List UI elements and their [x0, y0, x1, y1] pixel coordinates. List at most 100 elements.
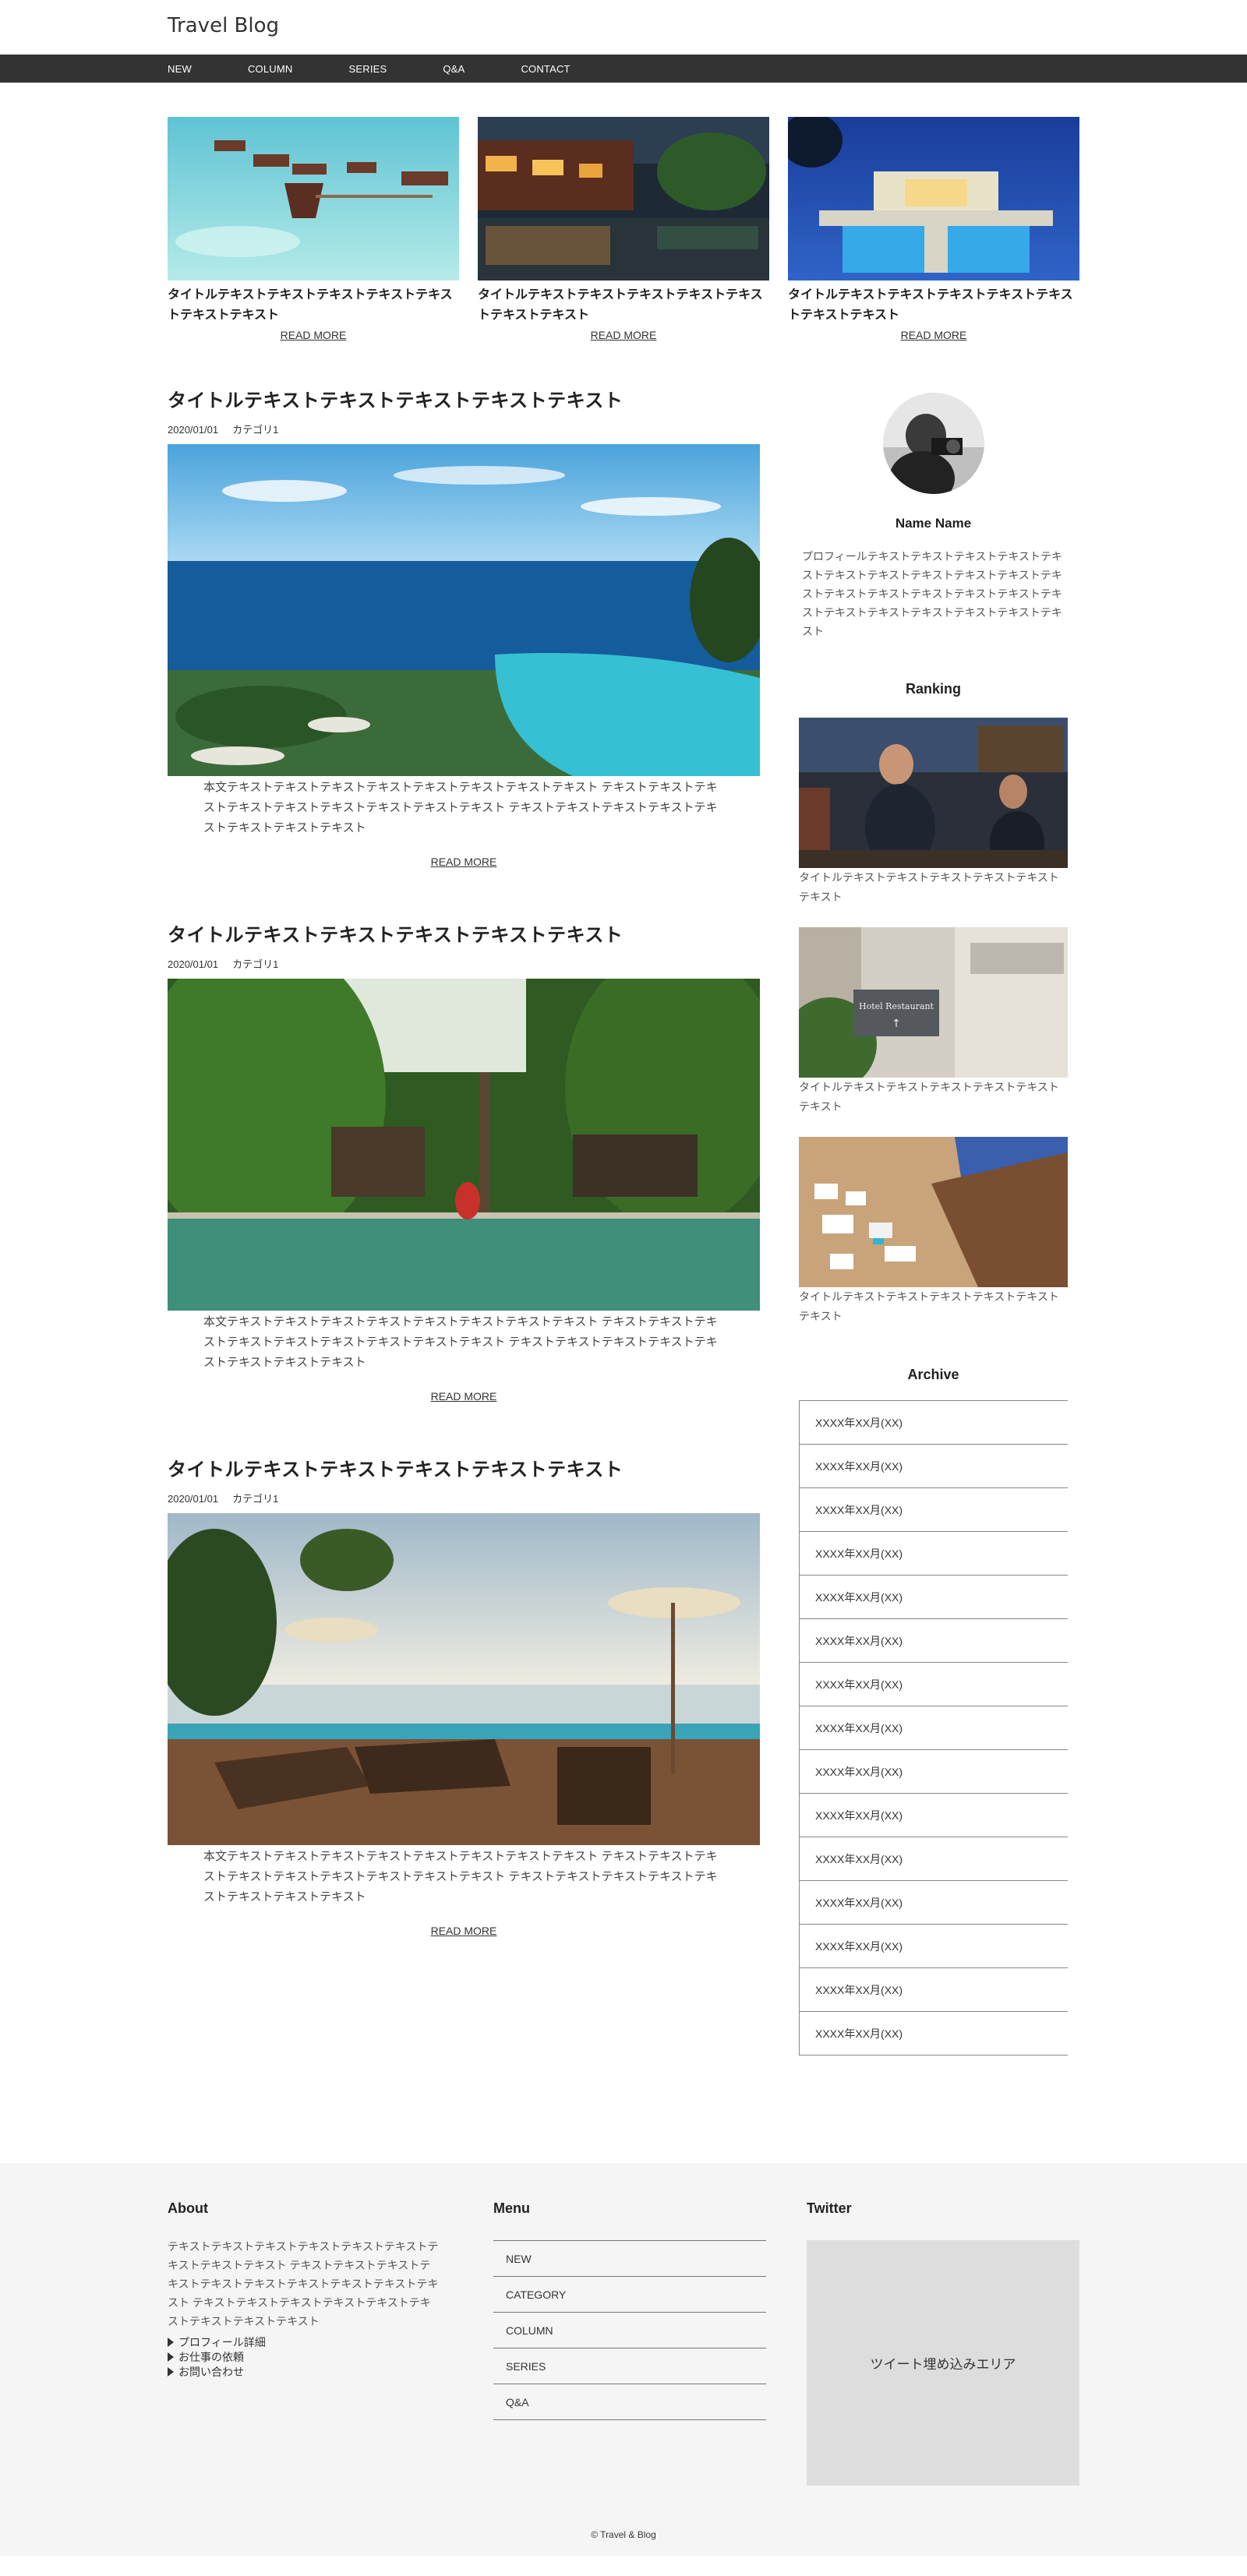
archive-item[interactable]: XXXX年XX月(XX) — [800, 1794, 1068, 1837]
triangle-right-icon — [168, 2338, 174, 2347]
post-category[interactable]: カテゴリ1 — [232, 1493, 278, 1505]
post-body: 本文テキストテキストテキストテキストテキストテキストテキストテキスト テキストテ… — [203, 1315, 718, 1369]
footer-twitter: Twitter ツイート埋め込みエリア — [807, 2200, 1079, 2486]
avatar[interactable] — [882, 393, 984, 494]
post-meta: 2020/01/01 カテゴリ1 — [168, 1491, 760, 1505]
global-nav: NEW COLUMN SERIES Q&A CONTACT — [0, 55, 1247, 83]
ranking-item[interactable]: Hotel Restaurant ↑ タイトルテキストテキストテキストテキストテ… — [799, 927, 1068, 1117]
post-title[interactable]: タイトルテキストテキストテキストテキストテキスト — [168, 385, 760, 412]
ranking-title: タイトルテキストテキストテキストテキストテキストテキスト — [799, 1290, 1059, 1322]
post-article: タイトルテキストテキストテキストテキストテキスト 2020/01/01 カテゴリ1… — [168, 919, 760, 1403]
archive-item[interactable]: XXXX年XX月(XX) — [800, 1576, 1068, 1619]
pickup-image-resort-pool[interactable] — [788, 117, 1079, 281]
read-more-link[interactable]: READ MORE — [168, 856, 760, 868]
post-date: 2020/01/01 — [168, 958, 219, 970]
footer-link-profile[interactable]: プロフィール詳細 — [168, 2335, 440, 2350]
post-article: タイトルテキストテキストテキストテキストテキスト 2020/01/01 カテゴリ1 — [168, 1454, 760, 1937]
footer-menu-category[interactable]: CATEGORY — [493, 2277, 766, 2313]
pickup-card: タイトルテキストテキストテキストテキストテキストテキストテキスト READ MO… — [788, 117, 1079, 341]
post-title[interactable]: タイトルテキストテキストテキストテキストテキスト — [168, 919, 760, 947]
archive-item[interactable]: XXXX年XX月(XX) — [800, 1750, 1068, 1794]
profile-text: プロフィールテキストテキストテキストテキストテキストテキストテキストテキストテキ… — [802, 550, 1063, 637]
nav-new[interactable]: NEW — [168, 63, 192, 75]
read-more-link[interactable]: READ MORE — [478, 329, 769, 341]
sidebar: Name Name プロフィールテキストテキストテキストテキストテキストテキスト… — [799, 385, 1068, 2056]
post-image-jungle-pool[interactable] — [168, 979, 760, 1311]
pickup-card: タイトルテキストテキストテキストテキストテキストテキストテキスト READ MO… — [168, 117, 459, 341]
post-meta: 2020/01/01 カテゴリ1 — [168, 422, 760, 436]
ranking-title: タイトルテキストテキストテキストテキストテキストテキスト — [799, 871, 1059, 903]
pickup-title[interactable]: タイトルテキストテキストテキストテキストテキストテキストテキスト — [478, 285, 769, 326]
read-more-link[interactable]: READ MORE — [168, 329, 459, 341]
archive-item[interactable]: XXXX年XX月(XX) — [800, 1619, 1068, 1663]
archive-heading: Archive — [907, 1367, 959, 1382]
footer-about-heading: About — [168, 2200, 208, 2216]
post-title[interactable]: タイトルテキストテキストテキストテキストテキスト — [168, 1454, 760, 1481]
post-category[interactable]: カテゴリ1 — [232, 424, 278, 436]
footer-menu-new[interactable]: NEW — [493, 2241, 766, 2277]
nav-series[interactable]: SERIES — [348, 63, 387, 75]
post-date: 2020/01/01 — [168, 1493, 219, 1505]
main-content: タイトルテキストテキストテキストテキストテキスト 2020/01/01 カテゴリ1… — [0, 385, 1247, 2056]
ranking-item[interactable]: タイトルテキストテキストテキストテキストテキストテキスト — [799, 1137, 1068, 1326]
site-footer: About テキストテキストテキストテキストテキストテキストテキストテキストテキ… — [0, 2163, 1247, 2556]
post-image-beach-deck[interactable] — [168, 1513, 760, 1845]
archive-item[interactable]: XXXX年XX月(XX) — [800, 1445, 1068, 1488]
nav-contact[interactable]: CONTACT — [521, 63, 570, 75]
post-body: 本文テキストテキストテキストテキストテキストテキストテキストテキスト テキストテ… — [203, 781, 718, 835]
footer-about-text: テキストテキストテキストテキストテキストテキストテキストテキストテキスト テキス… — [168, 2240, 439, 2327]
archive-item[interactable]: XXXX年XX月(XX) — [800, 1925, 1068, 1968]
post-image-infinity-pool[interactable] — [168, 444, 760, 776]
archive-item[interactable]: XXXX年XX月(XX) — [800, 1837, 1068, 1881]
site-header: Travel Blog — [0, 0, 1247, 55]
pickup-image-canal-town[interactable] — [478, 117, 769, 281]
pickup-title[interactable]: タイトルテキストテキストテキストテキストテキストテキストテキスト — [788, 285, 1079, 326]
footer-link-label: プロフィール詳細 — [178, 2336, 266, 2348]
ranking-image-bar[interactable] — [799, 718, 1068, 868]
archive-item[interactable]: XXXX年XX月(XX) — [800, 1488, 1068, 1532]
triangle-right-icon — [168, 2367, 174, 2377]
footer-menu-list: NEW CATEGORY COLUMN SERIES Q&A — [493, 2240, 766, 2420]
tweet-embed-area[interactable]: ツイート埋め込みエリア — [807, 2240, 1079, 2486]
footer-columns: About テキストテキストテキストテキストテキストテキストテキストテキストテキ… — [168, 2200, 1079, 2486]
read-more-link[interactable]: READ MORE — [788, 329, 1079, 341]
post-list: タイトルテキストテキストテキストテキストテキスト 2020/01/01 カテゴリ1… — [168, 385, 760, 2056]
pickup-image-water-villas[interactable] — [168, 117, 459, 281]
archive-item[interactable]: XXXX年XX月(XX) — [800, 1532, 1068, 1576]
archive-item[interactable]: XXXX年XX月(XX) — [800, 1706, 1068, 1750]
footer-link-contact[interactable]: お問い合わせ — [168, 2365, 440, 2380]
footer-menu-series[interactable]: SERIES — [493, 2348, 766, 2384]
ranking-image-hotel-sign[interactable]: Hotel Restaurant ↑ — [799, 927, 1068, 1078]
copyright: © Travel & Blog — [591, 2529, 656, 2540]
post-body: 本文テキストテキストテキストテキストテキストテキストテキストテキスト テキストテ… — [203, 1850, 718, 1904]
pickup-title[interactable]: タイトルテキストテキストテキストテキストテキストテキストテキスト — [168, 285, 459, 326]
archive-list: XXXX年XX月(XX) XXXX年XX月(XX) XXXX年XX月(XX) X… — [799, 1400, 1068, 2056]
ranking-title: タイトルテキストテキストテキストテキストテキストテキスト — [799, 1081, 1059, 1113]
svg-text:Hotel Restaurant: Hotel Restaurant — [859, 1001, 934, 1011]
site-title[interactable]: Travel Blog — [168, 14, 279, 37]
post-date: 2020/01/01 — [168, 424, 219, 436]
nav-qa[interactable]: Q&A — [443, 63, 465, 75]
post-article: タイトルテキストテキストテキストテキストテキスト 2020/01/01 カテゴリ1… — [168, 385, 760, 868]
profile-name: Name Name — [895, 516, 972, 531]
ranking-image-santorini[interactable] — [799, 1137, 1068, 1287]
footer-twitter-heading: Twitter — [807, 2200, 852, 2216]
footer-about-links: プロフィール詳細 お仕事の依頼 お問い合わせ — [168, 2335, 440, 2380]
footer-menu-column[interactable]: COLUMN — [493, 2313, 766, 2348]
read-more-link[interactable]: READ MORE — [168, 1925, 760, 1937]
footer-menu-heading: Menu — [493, 2200, 530, 2216]
ranking-item[interactable]: タイトルテキストテキストテキストテキストテキストテキスト — [799, 718, 1068, 907]
pickup-section: タイトルテキストテキストテキストテキストテキストテキストテキスト READ MO… — [0, 117, 1247, 341]
archive-item[interactable]: XXXX年XX月(XX) — [800, 1968, 1068, 2012]
nav-column[interactable]: COLUMN — [248, 63, 293, 75]
archive-item[interactable]: XXXX年XX月(XX) — [800, 1881, 1068, 1925]
archive-item[interactable]: XXXX年XX月(XX) — [800, 1401, 1068, 1445]
archive-item[interactable]: XXXX年XX月(XX) — [800, 2012, 1068, 2056]
footer-link-work-request[interactable]: お仕事の依頼 — [168, 2350, 440, 2365]
post-category[interactable]: カテゴリ1 — [232, 958, 278, 970]
footer-menu-qa[interactable]: Q&A — [493, 2384, 766, 2420]
ranking-heading: Ranking — [905, 681, 961, 697]
footer-about: About テキストテキストテキストテキストテキストテキストテキストテキストテキ… — [168, 2200, 440, 2486]
archive-item[interactable]: XXXX年XX月(XX) — [800, 1663, 1068, 1706]
read-more-link[interactable]: READ MORE — [168, 1390, 760, 1403]
